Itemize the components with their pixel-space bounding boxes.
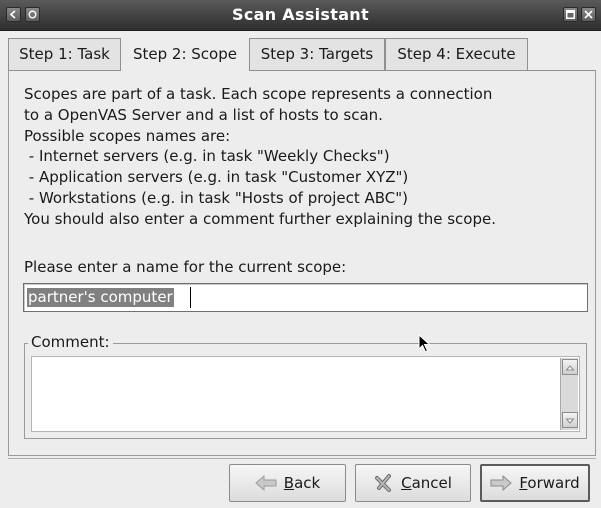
back-button[interactable]: Back [229, 464, 346, 502]
comment-label: Comment: [28, 333, 113, 351]
scroll-down-arrow-icon [565, 418, 575, 424]
intro-line: - Application servers (e.g. in task "Cus… [24, 168, 409, 187]
scroll-up-button[interactable] [562, 359, 578, 375]
back-button-label: Back [283, 474, 321, 492]
comment-textarea[interactable] [31, 356, 580, 432]
intro-line: - Internet servers (e.g. in task "Weekly… [24, 147, 390, 166]
text-cursor [190, 287, 191, 308]
mouse-pointer-icon [418, 334, 431, 353]
close-icon[interactable] [581, 7, 596, 22]
scroll-up-arrow-icon [565, 365, 575, 371]
comment-scrollbar[interactable] [560, 358, 578, 430]
intro-line: Possible scopes names are: [24, 126, 231, 145]
intro-line: Scopes are part of a task. Each scope re… [24, 85, 493, 103]
cancel-button[interactable]: Cancel [355, 464, 471, 502]
scope-name-label: Please enter a name for the current scop… [24, 258, 347, 276]
forward-button[interactable]: Forward [480, 464, 590, 502]
intro-line: - Workstations (e.g. in task "Hosts of p… [24, 188, 409, 207]
scope-name-input[interactable]: partner's computer [23, 283, 588, 312]
button-separator [8, 458, 596, 459]
intro-line: to a OpenVAS Server and a list of hosts … [24, 105, 383, 124]
arrow-left-icon [255, 475, 277, 491]
intro-line: You should also enter a comment further … [24, 209, 496, 228]
title-bar: Scan Assistant [0, 0, 601, 31]
tab-step-2-scope[interactable]: Step 2: Scope [121, 38, 249, 72]
intro-text: Scopes are part of a task. Each scope re… [24, 84, 584, 230]
arrow-right-icon [490, 475, 513, 491]
tab-step-1-task[interactable]: Step 1: Task [8, 38, 121, 70]
forward-button-label: Forward [519, 474, 580, 492]
tab-step-4-execute[interactable]: Step 4: Execute [385, 38, 528, 70]
tab-step-3-targets[interactable]: Step 3: Targets [249, 38, 385, 70]
maximize-icon[interactable] [563, 7, 578, 22]
cancel-icon [375, 474, 392, 492]
scope-name-value[interactable]: partner's computer [27, 288, 174, 307]
scroll-down-button[interactable] [562, 412, 578, 428]
window-title: Scan Assistant [232, 5, 369, 24]
cancel-button-label: Cancel [401, 474, 452, 492]
